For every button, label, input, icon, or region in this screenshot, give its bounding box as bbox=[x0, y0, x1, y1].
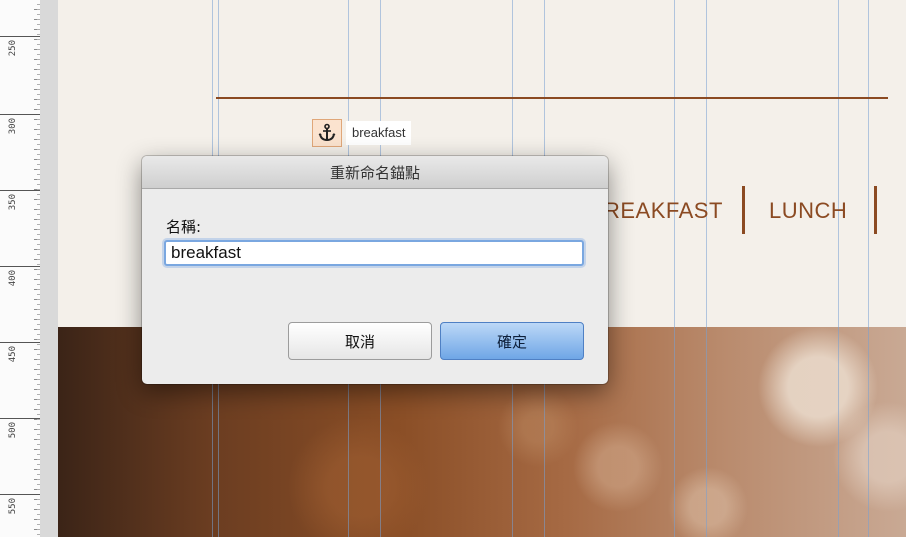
ruler-label: 300 bbox=[8, 118, 18, 135]
ruler-minor-ticks bbox=[0, 0, 40, 537]
ruler-label: 550 bbox=[8, 498, 18, 515]
ruler-major-tick bbox=[0, 418, 40, 419]
ruler-major-tick bbox=[0, 494, 40, 495]
nav-item-lunch[interactable]: LUNCH bbox=[769, 198, 847, 224]
ruler-major-tick bbox=[0, 114, 40, 115]
ruler-major-tick bbox=[0, 342, 40, 343]
dialog-title: 重新命名錨點 bbox=[329, 163, 420, 182]
anchor-marker[interactable] bbox=[312, 119, 342, 147]
ruler-label: 450 bbox=[8, 346, 18, 363]
name-input[interactable] bbox=[164, 240, 584, 266]
ruler-major-tick bbox=[0, 190, 40, 191]
ruler-label: 500 bbox=[8, 422, 18, 439]
anchor-icon bbox=[318, 123, 336, 142]
layout-guide bbox=[706, 0, 707, 537]
anchor-name-label: breakfast bbox=[346, 121, 412, 145]
dialog-titlebar[interactable]: 重新命名錨點 bbox=[142, 156, 608, 189]
rename-anchor-dialog: 重新命名錨點 名稱: 取消 確定 bbox=[142, 156, 608, 384]
ruler-label: 400 bbox=[8, 270, 18, 287]
name-label: 名稱: bbox=[166, 218, 202, 236]
layout-guide bbox=[674, 0, 675, 537]
vertical-ruler: 250 300 350 400 450 500 550 bbox=[0, 0, 41, 537]
nav-separator bbox=[742, 186, 745, 234]
ruler-label: 350 bbox=[8, 194, 18, 211]
nav-item-breakfast[interactable]: REAKFAST bbox=[604, 198, 723, 224]
nav-separator bbox=[874, 186, 877, 234]
ruler-gutter bbox=[40, 0, 58, 537]
ruler-major-tick bbox=[0, 266, 40, 267]
ruler-label: 250 bbox=[8, 40, 18, 57]
ruler-major-tick bbox=[0, 36, 40, 37]
layout-guide bbox=[838, 0, 839, 537]
cancel-button[interactable]: 取消 bbox=[288, 322, 432, 360]
ok-button[interactable]: 確定 bbox=[440, 322, 584, 360]
layout-guide bbox=[868, 0, 869, 537]
header-divider-line bbox=[216, 97, 888, 99]
